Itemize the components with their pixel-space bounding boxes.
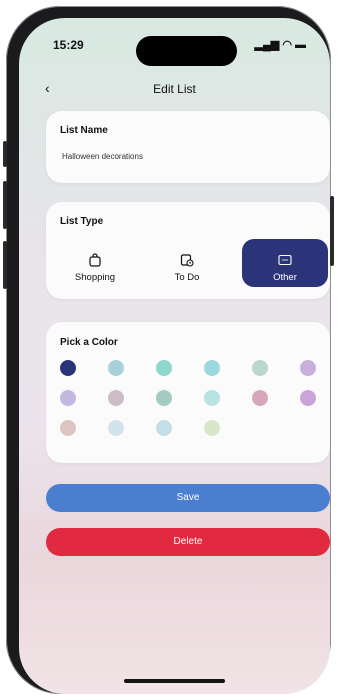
list-name-card: List Name — [46, 111, 330, 183]
list-type-card: List Type Shopping To Do Other — [46, 202, 330, 299]
list-type-label: List Type — [60, 216, 104, 227]
save-button[interactable]: Save — [46, 484, 330, 512]
volume-down-button — [3, 241, 7, 289]
type-option-todo[interactable]: To Do — [144, 239, 230, 287]
wifi-icon: ◠ — [282, 39, 292, 51]
color-swatch[interactable] — [108, 420, 124, 436]
color-swatch[interactable] — [108, 360, 124, 376]
type-option-other[interactable]: Other — [242, 239, 328, 287]
color-picker-label: Pick a Color — [60, 337, 118, 348]
color-swatch[interactable] — [204, 390, 220, 406]
color-picker-card: Pick a Color — [46, 322, 330, 463]
status-indicators: ▂▄▆ ◠ ▬ — [255, 38, 306, 51]
status-time: 15:29 — [53, 38, 84, 52]
color-swatch[interactable] — [156, 360, 172, 376]
placeholder-icon — [278, 254, 292, 266]
color-swatch[interactable] — [300, 390, 316, 406]
delete-button[interactable]: Delete — [46, 528, 330, 556]
color-swatch[interactable] — [108, 390, 124, 406]
color-swatch[interactable] — [156, 390, 172, 406]
color-swatch[interactable] — [300, 360, 316, 376]
color-swatch[interactable] — [204, 360, 220, 376]
type-option-shopping[interactable]: Shopping — [52, 239, 138, 287]
list-name-label: List Name — [60, 125, 108, 136]
type-option-label: To Do — [174, 272, 200, 283]
color-swatch[interactable] — [252, 360, 268, 376]
home-indicator — [124, 679, 225, 683]
page-title: Edit List — [153, 82, 196, 96]
dynamic-island — [136, 36, 237, 66]
color-swatch[interactable] — [60, 420, 76, 436]
power-button — [330, 196, 334, 266]
battery-icon: ▬ — [295, 39, 306, 51]
color-swatch[interactable] — [60, 360, 76, 376]
color-swatch[interactable] — [252, 390, 268, 406]
type-option-label: Shopping — [74, 272, 116, 283]
color-swatch[interactable] — [204, 420, 220, 436]
shopping-bag-icon — [89, 253, 101, 267]
signal-icon: ▂▄▆ — [254, 39, 280, 51]
type-option-label: Other — [273, 272, 297, 283]
volume-up-button — [3, 181, 7, 229]
calendar-clock-icon — [180, 254, 194, 267]
list-name-input[interactable] — [60, 151, 174, 162]
color-swatch[interactable] — [60, 390, 76, 406]
color-swatch[interactable] — [156, 420, 172, 436]
side-button — [3, 141, 7, 167]
phone-frame: 15:29 ▂▄▆ ◠ ▬ ‹ Edit List List Name List… — [3, 6, 334, 694]
screen: 15:29 ▂▄▆ ◠ ▬ ‹ Edit List List Name List… — [19, 18, 330, 694]
